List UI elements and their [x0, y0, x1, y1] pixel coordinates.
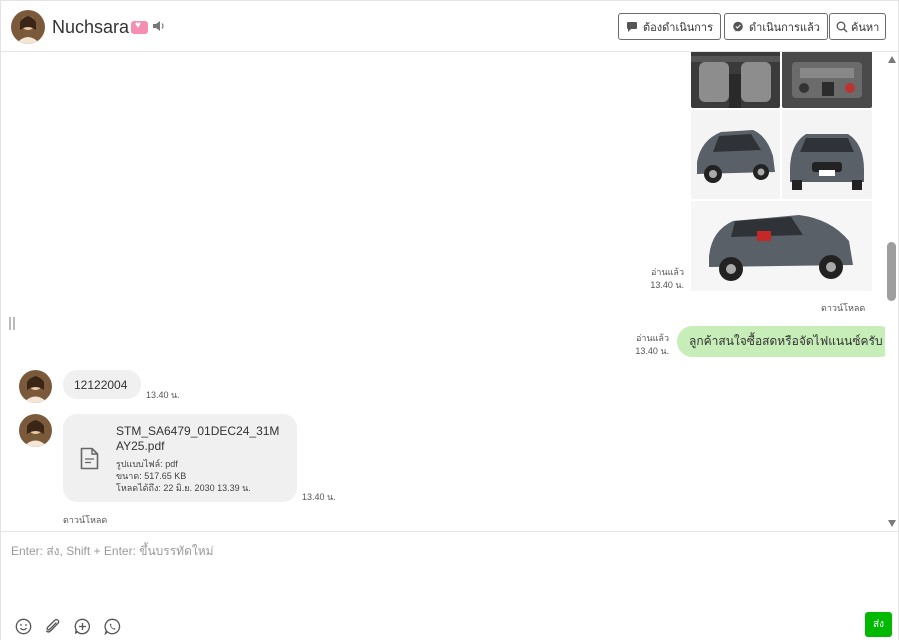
resize-handle[interactable] [9, 317, 15, 330]
chat-todo-icon [627, 21, 637, 32]
add-icon[interactable] [74, 618, 91, 635]
sender-avatar-file[interactable] [19, 414, 52, 447]
document-icon [80, 447, 99, 470]
message-composer: ส่ง [1, 531, 898, 640]
image-download-link[interactable]: ดาวน์โหลด [821, 301, 865, 315]
send-button[interactable]: ส่ง [865, 612, 892, 637]
file-name: STM_SA6479_01DEC24_31MAY25.pdf [116, 424, 280, 453]
done-label: ดำเนินการแล้ว [749, 21, 820, 34]
car-photo-interior[interactable] [691, 52, 780, 108]
chat-header: Nuchsara ต้องดำเนินการ ดำเนินการแล้ว [1, 1, 898, 52]
contact-name: Nuchsara [52, 17, 149, 38]
image-grid [691, 52, 872, 291]
car-photo-rear[interactable] [691, 201, 872, 291]
incoming-number-time: 13.40 น. [146, 390, 180, 400]
search-label: ค้นหา [851, 21, 880, 34]
search-icon [836, 21, 848, 32]
file-size: ขนาด: 517.65 KB [116, 471, 187, 481]
todo-button[interactable]: ต้องดำเนินการ [618, 13, 721, 40]
incoming-number-text: 12122004 [74, 377, 128, 392]
message-input[interactable] [1, 532, 898, 602]
search-button[interactable]: ค้นหา [829, 13, 887, 40]
image-read-status: อ่านแล้ว [651, 267, 684, 277]
incoming-number-bubble[interactable]: 12122004 [63, 370, 141, 399]
attachment-icon[interactable] [44, 618, 61, 635]
outgoing-time: 13.40 น. [635, 346, 669, 356]
outgoing-message-text: ลูกค้าสนใจซื้อสดหรือจัดไฟแนนซ์ครับ [689, 334, 883, 348]
file-expiry: โหลดได้ถึง: 22 มิ.ย. 2030 13.39 น. [116, 483, 251, 493]
chat-done-icon [733, 21, 743, 31]
image-read-meta: อ่านแล้ว 13.40 น. [621, 266, 684, 292]
send-label: ส่ง [873, 619, 884, 630]
outgoing-message-bubble[interactable]: ลูกค้าสนใจซื้อสดหรือจัดไฟแนนซ์ครับ [677, 326, 885, 357]
incoming-file-bubble[interactable]: STM_SA6479_01DEC24_31MAY25.pdf รูปแบบไฟล… [63, 414, 297, 502]
todo-label: ต้องดำเนินการ [643, 21, 713, 34]
file-info: รูปแบบไฟล์: pdf ขนาด: 517.65 KB โหลดได้ถ… [116, 458, 251, 494]
contact-avatar[interactable] [11, 10, 45, 44]
outgoing-read-status: อ่านแล้ว [636, 333, 669, 343]
done-button[interactable]: ดำเนินการแล้ว [724, 13, 828, 40]
message-list[interactable]: อ่านแล้ว 13.40 น. ดาวน์โหลด อ่านแล้ว 13.… [1, 52, 885, 531]
scroll-down-arrow[interactable] [888, 520, 896, 527]
outgoing-read-meta: อ่านแล้ว 13.40 น. [606, 332, 669, 358]
sender-avatar[interactable] [19, 370, 52, 403]
file-format: รูปแบบไฟล์: pdf [116, 459, 178, 469]
heart-emoji-icon [131, 20, 149, 34]
car-photo-engine[interactable] [782, 52, 872, 108]
whatsapp-icon[interactable] [104, 618, 121, 635]
car-photo-front[interactable] [782, 110, 872, 199]
image-time: 13.40 น. [650, 280, 684, 290]
file-download-link[interactable]: ดาวน์โหลด [63, 513, 107, 527]
scrollbar-thumb[interactable] [887, 242, 896, 301]
chat-window: Nuchsara ต้องดำเนินการ ดำเนินการแล้ว [0, 0, 899, 640]
contact-name-text: Nuchsara [52, 17, 130, 37]
speaker-icon[interactable] [152, 20, 166, 32]
car-photo-front-left[interactable] [691, 110, 780, 199]
emoji-icon[interactable] [15, 618, 32, 635]
incoming-file-time: 13.40 น. [302, 492, 336, 502]
scroll-up-arrow[interactable] [888, 56, 896, 63]
